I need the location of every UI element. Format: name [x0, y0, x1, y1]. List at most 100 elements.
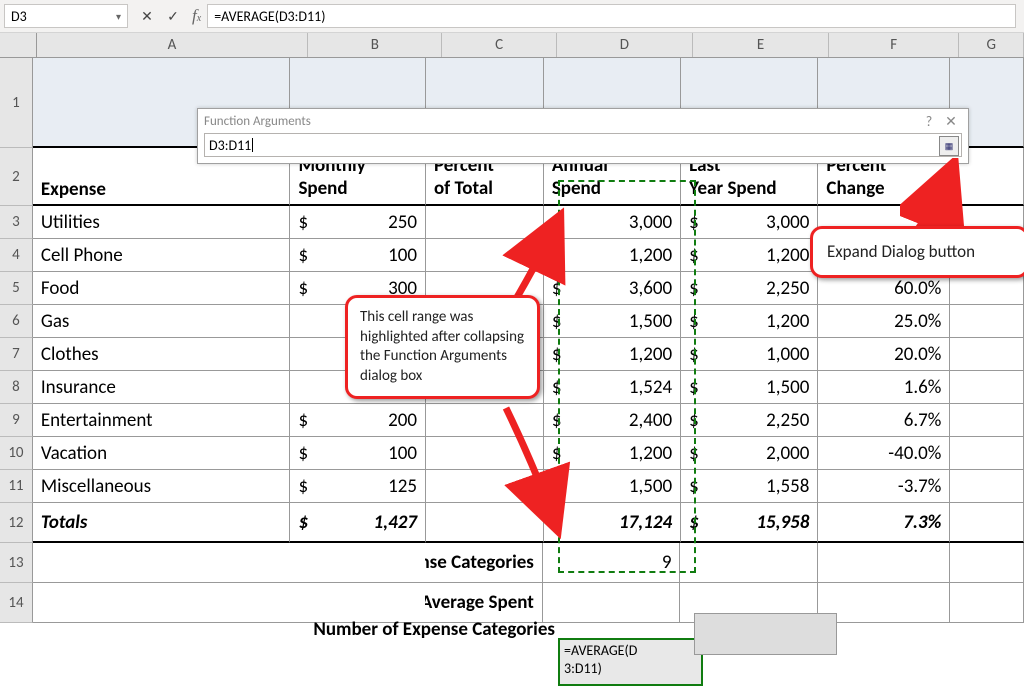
- cell[interactable]: 9: [543, 543, 681, 583]
- dialog-range-input[interactable]: D3:D11 ▦: [204, 133, 962, 157]
- cell[interactable]: Cell Phone: [33, 239, 291, 272]
- cell[interactable]: Totals: [33, 503, 291, 543]
- row-header[interactable]: 4: [0, 239, 33, 272]
- chevron-down-icon[interactable]: ▾: [116, 10, 121, 23]
- cancel-formula-icon[interactable]: ✕: [137, 6, 157, 26]
- row-header[interactable]: 2: [0, 148, 33, 206]
- cell[interactable]: $1,558: [681, 470, 818, 503]
- cell[interactable]: Number of Expense Categories: [425, 543, 543, 583]
- cell[interactable]: [426, 470, 544, 503]
- enter-formula-icon[interactable]: ✓: [163, 6, 183, 26]
- cell[interactable]: 1.6%: [818, 371, 950, 404]
- cell[interactable]: $1,500: [544, 305, 681, 338]
- cell[interactable]: [950, 305, 1024, 338]
- cell[interactable]: $3,000: [681, 206, 818, 239]
- cell[interactable]: $1,500: [544, 470, 681, 503]
- cell[interactable]: 6.7%: [818, 404, 950, 437]
- row-header[interactable]: 8: [0, 371, 33, 404]
- cell[interactable]: $2,250: [681, 404, 818, 437]
- cell[interactable]: Food: [33, 272, 291, 305]
- row-header[interactable]: 3: [0, 206, 33, 239]
- cell[interactable]: $1,200: [544, 239, 681, 272]
- col-header-g[interactable]: G: [959, 33, 1024, 57]
- cell[interactable]: [33, 543, 290, 583]
- row-header[interactable]: 11: [0, 470, 33, 503]
- cell[interactable]: [950, 371, 1024, 404]
- col-header-b[interactable]: B: [308, 33, 442, 57]
- col-header-c[interactable]: C: [442, 33, 556, 57]
- cell[interactable]: $200: [290, 404, 426, 437]
- cell[interactable]: 7.3%: [818, 503, 950, 543]
- cell[interactable]: [426, 239, 544, 272]
- row-header[interactable]: 10: [0, 437, 33, 470]
- col-header-e[interactable]: E: [693, 33, 829, 57]
- row-header[interactable]: 9: [0, 404, 33, 437]
- cell[interactable]: Miscellaneous: [33, 470, 291, 503]
- cell[interactable]: [950, 437, 1024, 470]
- cell[interactable]: [680, 583, 818, 623]
- cell[interactable]: $250: [290, 206, 426, 239]
- row-header[interactable]: 13: [0, 543, 33, 583]
- name-box[interactable]: D3 ▾: [4, 4, 128, 28]
- cell[interactable]: [543, 583, 681, 623]
- cell[interactable]: $1,200: [544, 437, 681, 470]
- cell[interactable]: $2,250: [681, 272, 818, 305]
- row-header[interactable]: 14: [0, 583, 33, 623]
- cell[interactable]: $1,000: [681, 338, 818, 371]
- cell[interactable]: Clothes: [33, 338, 291, 371]
- row-header[interactable]: 6: [0, 305, 33, 338]
- cell[interactable]: $1,200: [544, 338, 681, 371]
- cell[interactable]: [426, 206, 544, 239]
- cell[interactable]: [818, 583, 950, 623]
- cell[interactable]: [290, 543, 425, 583]
- cell[interactable]: [950, 470, 1024, 503]
- cell[interactable]: [680, 543, 818, 583]
- cell[interactable]: [426, 404, 544, 437]
- cell[interactable]: [950, 503, 1024, 543]
- help-icon[interactable]: ?: [918, 113, 940, 130]
- cell[interactable]: $100: [290, 437, 426, 470]
- cell[interactable]: $125: [290, 470, 426, 503]
- cell[interactable]: [950, 338, 1024, 371]
- cell[interactable]: [290, 583, 425, 623]
- cell[interactable]: -3.7%: [818, 470, 950, 503]
- col-header-a[interactable]: A: [37, 33, 308, 57]
- cell[interactable]: $15,958: [681, 503, 818, 543]
- cell[interactable]: Vacation: [33, 437, 291, 470]
- cell[interactable]: $17,124: [544, 503, 681, 543]
- cell[interactable]: Average Spent: [425, 583, 543, 623]
- cell[interactable]: [950, 404, 1024, 437]
- cell[interactable]: 25.0%: [818, 305, 950, 338]
- cell[interactable]: $1,200: [681, 239, 818, 272]
- close-icon[interactable]: ✕: [940, 113, 962, 130]
- cell[interactable]: [33, 583, 290, 623]
- formula-input[interactable]: =AVERAGE(D3:D11): [207, 4, 1016, 28]
- cell[interactable]: Utilities: [33, 206, 291, 239]
- cell[interactable]: [426, 437, 544, 470]
- cell[interactable]: $3,600: [544, 272, 681, 305]
- cell[interactable]: $1,524: [544, 371, 681, 404]
- cell[interactable]: -40.0%: [818, 437, 950, 470]
- cell[interactable]: $100: [290, 239, 426, 272]
- insert-function-icon[interactable]: fx: [192, 6, 201, 26]
- cell[interactable]: [950, 543, 1024, 583]
- cell[interactable]: Entertainment: [33, 404, 291, 437]
- cell[interactable]: $1,200: [681, 305, 818, 338]
- cell[interactable]: [818, 543, 950, 583]
- expand-dialog-button[interactable]: ▦: [939, 136, 959, 156]
- cell[interactable]: Insurance: [33, 371, 291, 404]
- cell[interactable]: $3,000: [544, 206, 681, 239]
- select-all-corner[interactable]: [0, 33, 37, 57]
- col-header-d[interactable]: D: [557, 33, 693, 57]
- cell[interactable]: [426, 503, 544, 543]
- cell[interactable]: 20.0%: [818, 338, 950, 371]
- row-header[interactable]: 7: [0, 338, 33, 371]
- cell[interactable]: $1,500: [681, 371, 818, 404]
- cell[interactable]: $2,400: [544, 404, 681, 437]
- cell[interactable]: Gas: [33, 305, 291, 338]
- row-header[interactable]: 12: [0, 503, 33, 543]
- cell[interactable]: [950, 583, 1024, 623]
- cell[interactable]: $1,427: [290, 503, 426, 543]
- col-header-f[interactable]: F: [829, 33, 959, 57]
- cell[interactable]: $2,000: [681, 437, 818, 470]
